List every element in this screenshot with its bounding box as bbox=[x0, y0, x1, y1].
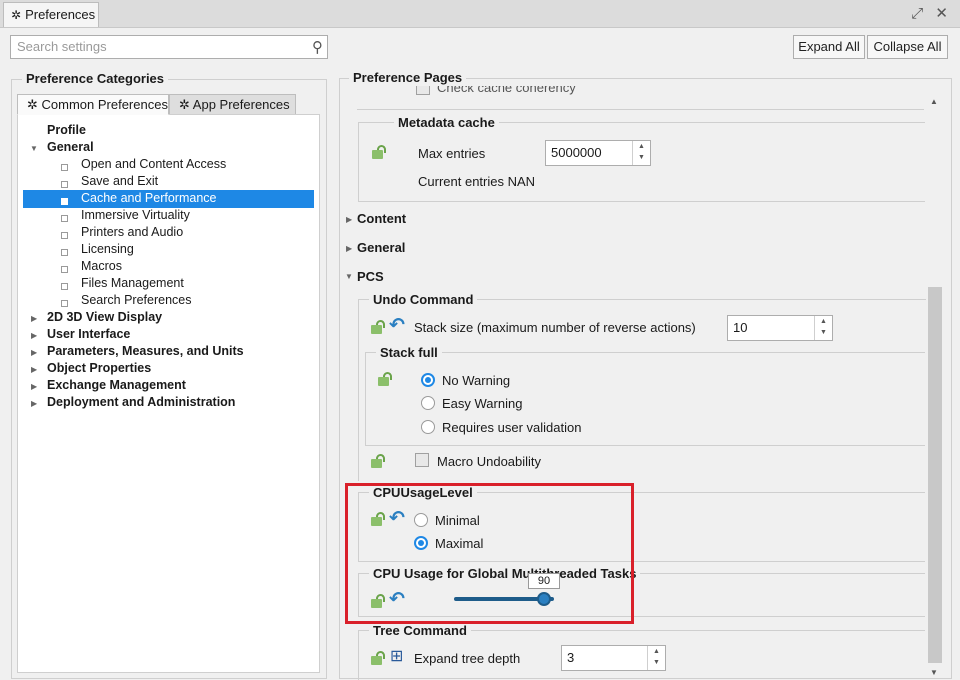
tab-label: Common Preferences bbox=[41, 97, 168, 112]
macro-undoability-label: Macro Undoability bbox=[437, 454, 542, 469]
collapse-all-button[interactable]: Collapse All bbox=[867, 35, 948, 59]
collapsed-arrow-icon[interactable]: ▶ bbox=[31, 365, 37, 374]
expand-depth-value: 3 bbox=[567, 650, 575, 665]
tree-item-search-preferences[interactable]: Search Preferences bbox=[81, 292, 191, 309]
gear-icon: ✲ bbox=[179, 97, 193, 112]
expanded-arrow-icon[interactable]: ▼ bbox=[345, 272, 353, 281]
tree-item-save-exit[interactable]: Save and Exit bbox=[81, 173, 158, 190]
unlock-icon[interactable] bbox=[372, 145, 388, 159]
page-icon bbox=[61, 215, 68, 222]
stack-full-title: Stack full bbox=[376, 345, 442, 360]
collapsed-arrow-icon[interactable]: ▶ bbox=[31, 314, 37, 323]
tree-item-general[interactable]: General bbox=[47, 139, 94, 156]
section-general[interactable]: General bbox=[357, 240, 405, 255]
pages-title: Preference Pages bbox=[349, 70, 467, 85]
search-icon[interactable]: ⚲ bbox=[312, 37, 323, 59]
tree-item-deployment[interactable]: Deployment and Administration bbox=[47, 394, 235, 411]
expand-depth-spinbox[interactable]: 3 ▲ ▼ bbox=[561, 645, 666, 671]
no-warning-label: No Warning bbox=[442, 373, 511, 388]
collapsed-arrow-icon[interactable]: ▶ bbox=[31, 348, 37, 357]
search-input[interactable]: Search settings ⚲ bbox=[10, 35, 328, 59]
expand-all-button[interactable]: Expand All bbox=[793, 35, 865, 59]
scrolled-row: Check cache coherency bbox=[345, 86, 940, 96]
requires-validation-radio[interactable] bbox=[421, 420, 435, 434]
easy-warning-radio[interactable] bbox=[421, 396, 435, 410]
no-warning-radio[interactable] bbox=[421, 373, 435, 387]
unlock-icon[interactable] bbox=[371, 651, 387, 665]
page-icon bbox=[61, 249, 68, 256]
page-icon bbox=[61, 232, 68, 239]
tree-item-licensing[interactable]: Licensing bbox=[81, 241, 134, 258]
collapsed-arrow-icon[interactable]: ▶ bbox=[31, 382, 37, 391]
categories-title: Preference Categories bbox=[22, 71, 169, 86]
search-placeholder: Search settings bbox=[17, 39, 107, 54]
page-icon bbox=[61, 164, 68, 171]
tree-item-files-management[interactable]: Files Management bbox=[81, 275, 184, 292]
annotation-highlight-box bbox=[345, 483, 634, 624]
tree-item-2d-3d-view[interactable]: 2D 3D View Display bbox=[47, 309, 162, 326]
cache-coherency-label: Check cache coherency bbox=[437, 86, 576, 95]
stack-size-value: 10 bbox=[733, 320, 748, 335]
vertical-scrollbar[interactable] bbox=[928, 287, 942, 663]
page-icon bbox=[61, 266, 68, 273]
spin-arrows-icon[interactable]: ▲ ▼ bbox=[647, 646, 665, 670]
window-title: Preferences bbox=[25, 7, 96, 22]
tab-common-preferences[interactable]: ✲ Common Preferences bbox=[17, 94, 169, 115]
tree-structure-icon: ⊞ bbox=[390, 648, 404, 665]
tree-item-object-properties[interactable]: Object Properties bbox=[47, 360, 151, 377]
current-entries-text: Current entries NAN bbox=[418, 174, 536, 189]
unlock-icon[interactable] bbox=[371, 454, 387, 468]
tree-item-printers-audio[interactable]: Printers and Audio bbox=[81, 224, 183, 241]
section-content[interactable]: Content bbox=[357, 211, 406, 226]
page-icon bbox=[61, 300, 68, 307]
tree-item-immersive-virtuality[interactable]: Immersive Virtuality bbox=[81, 207, 190, 224]
metadata-title: Metadata cache bbox=[394, 115, 499, 130]
collapsed-arrow-icon[interactable]: ▶ bbox=[346, 244, 352, 253]
collapsed-arrow-icon[interactable]: ▶ bbox=[31, 331, 37, 340]
scroll-up-icon[interactable]: ▲ bbox=[930, 97, 938, 106]
max-entries-spinbox[interactable]: 5000000 ▲ ▼ bbox=[545, 140, 651, 166]
page-icon bbox=[61, 181, 68, 188]
page-icon bbox=[61, 283, 68, 290]
tab-app-preferences[interactable]: ✲ App Preferences bbox=[169, 94, 296, 115]
gear-icon: ✲ bbox=[11, 8, 22, 22]
title-bar: ✲ Preferences ⤢ ✕ bbox=[0, 0, 960, 28]
undo-title: Undo Command bbox=[369, 292, 478, 307]
divider bbox=[358, 201, 925, 202]
tree-item-user-interface[interactable]: User Interface bbox=[47, 326, 130, 343]
preferences-window: ✲ Preferences ⤢ ✕ Search settings ⚲ Expan… bbox=[0, 0, 960, 680]
stack-size-label: Stack size (maximum number of reverse ac… bbox=[414, 320, 696, 335]
spin-arrows-icon[interactable]: ▲ ▼ bbox=[814, 316, 832, 340]
tree-item-exchange-management[interactable]: Exchange Management bbox=[47, 377, 186, 394]
divider bbox=[357, 109, 924, 110]
tree-cmd-title: Tree Command bbox=[369, 623, 471, 638]
window-controls[interactable]: ⤢ ✕ bbox=[911, 4, 952, 22]
tree-item-profile[interactable]: Profile bbox=[47, 122, 86, 139]
collapsed-arrow-icon[interactable]: ▶ bbox=[31, 399, 37, 408]
max-entries-value: 5000000 bbox=[551, 145, 602, 160]
tree-item-macros[interactable]: Macros bbox=[81, 258, 122, 275]
tree-item-open-content-access[interactable]: Open and Content Access bbox=[81, 156, 226, 173]
requires-validation-label: Requires user validation bbox=[442, 420, 582, 435]
unlock-icon[interactable] bbox=[371, 320, 387, 334]
stack-size-spinbox[interactable]: 10 ▲ ▼ bbox=[727, 315, 833, 341]
spin-arrows-icon[interactable]: ▲ ▼ bbox=[632, 141, 650, 165]
easy-warning-label: Easy Warning bbox=[442, 396, 523, 411]
tab-label: App Preferences bbox=[192, 97, 290, 112]
window-tab[interactable]: ✲ Preferences bbox=[3, 2, 99, 27]
section-pcs[interactable]: PCS bbox=[357, 269, 384, 284]
unlock-icon[interactable] bbox=[378, 372, 394, 386]
page-icon bbox=[61, 198, 68, 205]
macro-undoability-checkbox[interactable] bbox=[415, 453, 429, 467]
gear-icon: ✲ bbox=[27, 97, 42, 112]
tree-item-parameters[interactable]: Parameters, Measures, and Units bbox=[47, 343, 244, 360]
tree-item-cache-performance[interactable]: Cache and Performance bbox=[81, 190, 217, 207]
expand-depth-label: Expand tree depth bbox=[414, 651, 521, 666]
reset-undo-icon[interactable]: ↶ bbox=[389, 316, 405, 335]
scroll-down-icon[interactable]: ▼ bbox=[930, 668, 938, 677]
collapsed-arrow-icon[interactable]: ▶ bbox=[346, 215, 352, 224]
max-entries-label: Max entries bbox=[418, 146, 486, 161]
expanded-arrow-icon[interactable]: ▼ bbox=[30, 144, 38, 153]
cache-coherency-checkbox[interactable] bbox=[416, 86, 430, 95]
